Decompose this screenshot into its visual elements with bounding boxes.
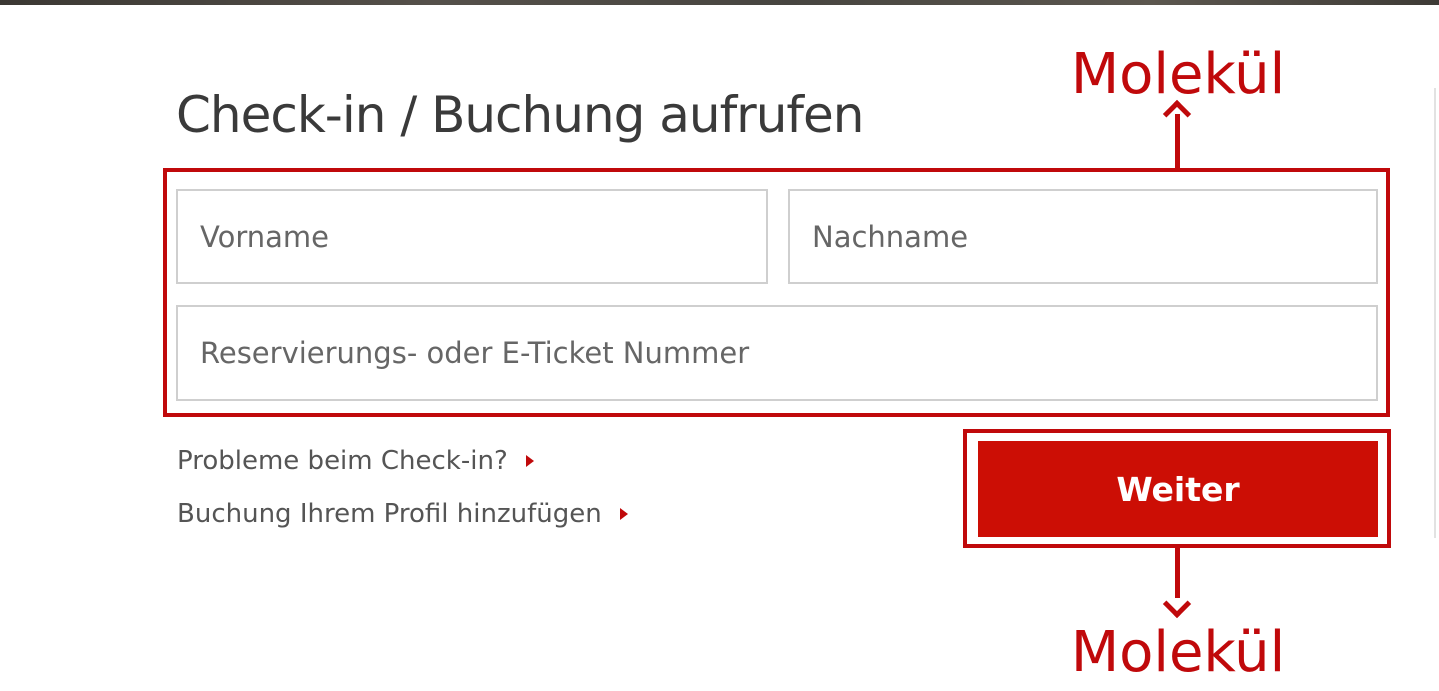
last-name-input[interactable] xyxy=(788,189,1378,284)
arrow-down-icon xyxy=(1162,589,1192,619)
annotation-label-bottom: Molekül xyxy=(1070,620,1286,685)
caret-right-icon xyxy=(525,455,534,467)
annotation-label-top: Molekül xyxy=(1070,42,1286,107)
caret-right-icon xyxy=(619,508,628,520)
page-title: Check-in / Buchung aufrufen xyxy=(176,86,864,144)
right-divider xyxy=(1434,88,1436,538)
first-name-input[interactable] xyxy=(176,189,768,284)
header-image-strip xyxy=(0,0,1439,5)
add-booking-to-profile-link[interactable]: Buchung Ihrem Profil hinzufügen xyxy=(177,499,628,529)
booking-number-input[interactable] xyxy=(176,305,1378,401)
continue-button[interactable]: Weiter xyxy=(978,441,1378,537)
checkin-problems-link[interactable]: Probleme beim Check-in? xyxy=(177,446,534,476)
checkin-problems-label: Probleme beim Check-in? xyxy=(177,446,508,476)
add-booking-to-profile-label: Buchung Ihrem Profil hinzufügen xyxy=(177,499,602,529)
